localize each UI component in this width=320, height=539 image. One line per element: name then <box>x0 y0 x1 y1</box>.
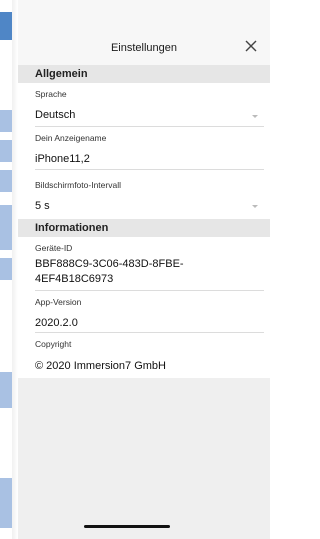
background-strip <box>0 258 12 280</box>
language-value: Deutsch <box>35 109 76 121</box>
copyright-field: Copyright © 2020 Immersion7 GmbH <box>18 333 270 378</box>
background-strip <box>0 170 12 192</box>
chevron-down-icon <box>252 205 258 208</box>
screenshot-interval-value: 5 s <box>35 200 50 212</box>
section-info: Informationen <box>18 219 270 237</box>
display-name-label: Dein Anzeigename <box>35 133 107 143</box>
screenshot-interval-label: Bildschirmfoto-Intervall <box>35 180 121 190</box>
section-general: Allgemein <box>18 65 270 83</box>
home-indicator <box>84 525 170 528</box>
app-version-field: App-Version 2020.2.0 <box>18 291 270 333</box>
device-id-field: Geräte-ID BBF888C9-3C06-483D-8FBE- 4EF4B… <box>18 237 270 291</box>
background-accent-strip <box>0 12 12 40</box>
background-strip <box>0 205 12 250</box>
language-select[interactable]: Sprache Deutsch <box>18 83 270 127</box>
close-icon[interactable] <box>242 37 260 55</box>
background-strip <box>0 478 12 528</box>
background-strip <box>0 110 12 132</box>
language-label: Sprache <box>35 89 67 99</box>
copyright-value: © 2020 Immersion7 GmbH <box>35 360 166 372</box>
device-id-label: Geräte-ID <box>35 243 73 253</box>
background-strip <box>0 372 12 408</box>
device-id-value-line1: BBF888C9-3C06-483D-8FBE- <box>35 258 184 270</box>
screenshot-interval-select[interactable]: Bildschirmfoto-Intervall 5 s <box>18 170 270 219</box>
display-name-value: iPhone11,2 <box>35 153 90 165</box>
chevron-down-icon <box>252 115 258 118</box>
sheet-header: Einstellungen <box>18 0 270 65</box>
app-version-value: 2020.2.0 <box>35 317 78 329</box>
copyright-label: Copyright <box>35 339 72 349</box>
device-id-value-line2: 4EF4B18C6973 <box>35 273 114 285</box>
settings-sheet: Einstellungen Allgemein Sprache Deutsch … <box>18 0 270 539</box>
background-strip <box>0 140 12 162</box>
dialog-title: Einstellungen <box>110 42 178 54</box>
app-version-label: App-Version <box>35 297 82 307</box>
display-name-field[interactable]: Dein Anzeigename iPhone11,2 <box>18 127 270 170</box>
